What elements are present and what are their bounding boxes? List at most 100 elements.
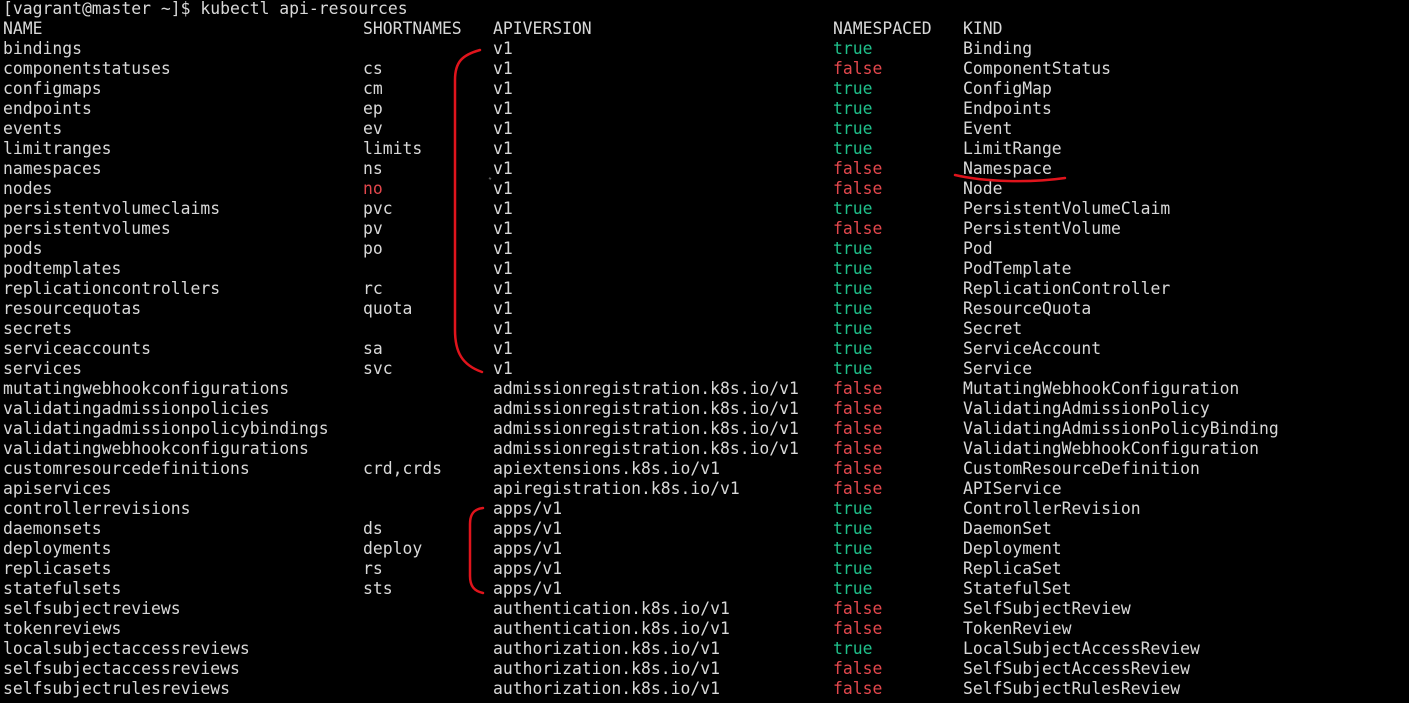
cell-name: nodes [3, 179, 53, 198]
cell-namespaced: true [833, 99, 873, 118]
cell-name: localsubjectaccessreviews [3, 639, 250, 658]
cell-name: events [3, 119, 63, 138]
annotation-dot [488, 177, 492, 180]
cell-kind: LocalSubjectAccessReview [963, 639, 1200, 658]
cell-shortnames: sts [363, 579, 393, 598]
cell-name: bindings [3, 39, 82, 58]
table-header: NAME SHORTNAMES APIVERSION NAMESPACED KI… [3, 19, 1002, 39]
cell-kind: SelfSubjectReview [963, 599, 1131, 618]
cell-apiversion: apps/v1 [493, 519, 563, 538]
cell-shortnames: pv [363, 219, 383, 238]
cell-name: apiservices [3, 479, 112, 498]
cell-apiversion: admissionregistration.k8s.io/v1 [493, 439, 799, 458]
cell-name: selfsubjectreviews [3, 599, 181, 618]
cell-name: componentstatuses [3, 59, 171, 78]
cell-kind: StatefulSet [963, 579, 1072, 598]
cell-kind: ResourceQuota [963, 299, 1092, 318]
cell-apiversion: v1 [493, 239, 513, 258]
cell-shortnames: crd,crds [363, 459, 442, 478]
cell-apiversion: apps/v1 [493, 539, 563, 558]
cell-apiversion: v1 [493, 279, 513, 298]
cell-name: controllerrevisions [3, 499, 191, 518]
cell-shortnames: rc [363, 279, 383, 298]
cell-kind: ComponentStatus [963, 59, 1112, 78]
cell-apiversion: v1 [493, 99, 513, 118]
command-prompt: [vagrant@master ~]$ kubectl api-resource… [3, 0, 408, 18]
cell-kind: Secret [963, 319, 1023, 338]
cell-shortnames: sa [363, 339, 383, 358]
cell-name: persistentvolumeclaims [3, 199, 221, 218]
cell-namespaced: true [833, 579, 873, 598]
cell-kind: SelfSubjectAccessReview [963, 659, 1190, 678]
cell-kind: Endpoints [963, 99, 1052, 118]
cell-namespaced: false [833, 179, 883, 198]
cell-apiversion: apps/v1 [493, 559, 563, 578]
cell-apiversion: v1 [493, 119, 513, 138]
cell-name: deployments [3, 539, 112, 558]
cell-shortnames: ep [363, 99, 383, 118]
cell-name: services [3, 359, 82, 378]
cell-kind: CustomResourceDefinition [963, 459, 1200, 478]
cell-kind: ConfigMap [963, 79, 1052, 98]
cell-namespaced: true [833, 639, 873, 658]
cell-name: selfsubjectrulesreviews [3, 679, 230, 698]
cell-namespaced: true [833, 499, 873, 518]
cell-name: resourcequotas [3, 299, 142, 318]
cell-namespaced: false [833, 439, 883, 458]
cell-name: replicationcontrollers [3, 279, 221, 298]
cell-kind: PersistentVolumeClaim [963, 199, 1171, 218]
cell-namespaced: true [833, 279, 873, 298]
header-kind: KIND [963, 19, 1003, 38]
cell-apiversion: v1 [493, 139, 513, 158]
cell-apiversion: v1 [493, 339, 513, 358]
cell-shortnames: quota [363, 299, 413, 318]
cell-shortnames: cm [363, 79, 383, 98]
cell-apiversion: admissionregistration.k8s.io/v1 [493, 379, 799, 398]
annotation-overlay [453, 48, 1067, 595]
cell-apiversion: authentication.k8s.io/v1 [493, 599, 730, 618]
cell-name: validatingadmissionpolicies [3, 399, 270, 418]
cell-apiversion: authorization.k8s.io/v1 [493, 639, 720, 658]
cell-shortnames: ev [363, 119, 383, 138]
cell-shortnames: rs [363, 559, 383, 578]
cell-namespaced: false [833, 59, 883, 78]
annotation-bracket-apps-v1 [468, 506, 485, 595]
cell-name: validatingadmissionpolicybindings [3, 419, 329, 438]
cell-namespaced: true [833, 259, 873, 278]
cell-kind: PodTemplate [963, 259, 1072, 278]
cell-name: namespaces [3, 159, 102, 178]
cell-kind: Binding [963, 39, 1033, 58]
cell-name: configmaps [3, 79, 102, 98]
cell-shortnames: no [363, 179, 383, 198]
cell-name: secrets [3, 319, 73, 338]
cell-apiversion: v1 [493, 299, 513, 318]
cell-namespaced: true [833, 559, 873, 578]
cell-namespaced: true [833, 519, 873, 538]
cell-namespaced: false [833, 159, 883, 178]
cell-namespaced: false [833, 659, 883, 678]
cell-kind: Pod [963, 239, 993, 258]
cell-apiversion: apps/v1 [493, 579, 563, 598]
cell-name: podtemplates [3, 259, 122, 278]
cell-apiversion: apps/v1 [493, 499, 563, 518]
cell-namespaced: true [833, 119, 873, 138]
cell-kind: MutatingWebhookConfiguration [963, 379, 1240, 398]
annotation-bracket-core-v1 [453, 48, 484, 374]
cell-kind: ValidatingAdmissionPolicy [963, 399, 1210, 418]
cell-name: daemonsets [3, 519, 102, 538]
cell-shortnames: po [363, 239, 383, 258]
cell-namespaced: false [833, 399, 883, 418]
cell-name: persistentvolumes [3, 219, 171, 238]
cell-apiversion: admissionregistration.k8s.io/v1 [493, 399, 799, 418]
cell-namespaced: false [833, 459, 883, 478]
cell-namespaced: true [833, 139, 873, 158]
cell-apiversion: v1 [493, 219, 513, 238]
cell-kind: ValidatingAdmissionPolicyBinding [963, 419, 1279, 438]
header-apiversion: APIVERSION [493, 19, 592, 38]
cell-namespaced: true [833, 539, 873, 558]
cell-name: pods [3, 239, 43, 258]
cell-kind: SelfSubjectRulesReview [963, 679, 1181, 698]
cell-shortnames: limits [363, 139, 423, 158]
cell-kind: ServiceAccount [963, 339, 1102, 358]
terminal-window[interactable]: [vagrant@master ~]$ kubectl api-resource… [0, 0, 1409, 703]
